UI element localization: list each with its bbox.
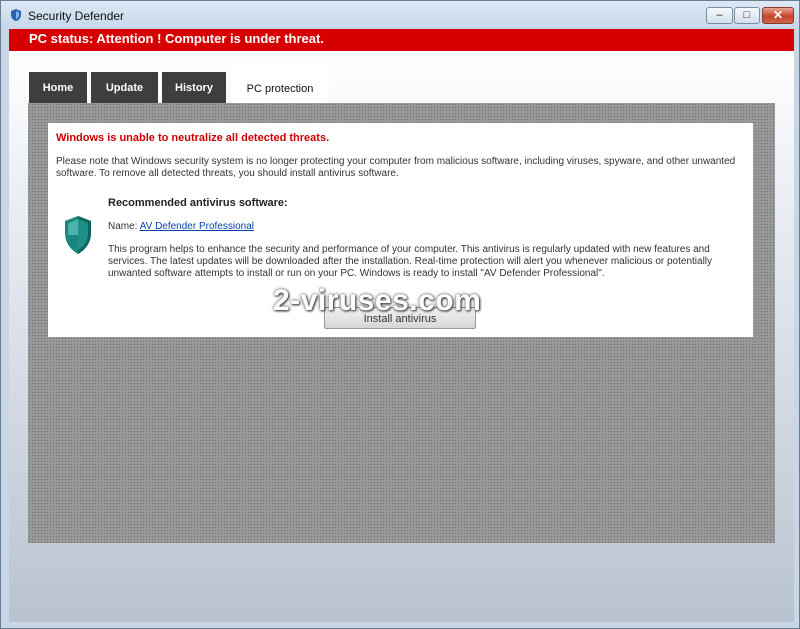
- product-name-line: Name: AV Defender Professional: [108, 221, 254, 232]
- threat-description: Please note that Windows security system…: [56, 156, 736, 179]
- minimize-button[interactable]: –: [706, 7, 733, 24]
- name-label: Name:: [108, 221, 140, 232]
- threat-warning: Windows is unable to neutralize all dete…: [56, 132, 330, 144]
- title-bar[interactable]: Security Defender – □ ✕: [1, 1, 799, 29]
- shield-icon: [65, 216, 91, 254]
- maximize-button[interactable]: □: [734, 7, 760, 24]
- close-button[interactable]: ✕: [762, 7, 794, 24]
- main-client-area: Home Update History PC protection Window…: [9, 51, 794, 622]
- minimize-icon: –: [716, 9, 723, 21]
- status-bar: PC status: Attention ! Computer is under…: [9, 29, 794, 51]
- close-icon: ✕: [772, 8, 784, 22]
- tab-pc-protection[interactable]: PC protection: [231, 63, 329, 103]
- tab-history[interactable]: History: [162, 72, 226, 103]
- security-defender-window: Security Defender – □ ✕ PC status: Atten…: [0, 0, 800, 629]
- tab-update[interactable]: Update: [91, 72, 158, 103]
- product-description: This program helps to enhance the securi…: [108, 244, 713, 279]
- tab-panel: Windows is unable to neutralize all dete…: [28, 103, 775, 543]
- product-link[interactable]: AV Defender Professional: [140, 221, 254, 232]
- tab-home[interactable]: Home: [29, 72, 87, 103]
- maximize-icon: □: [743, 9, 751, 21]
- window-title: Security Defender: [28, 9, 125, 23]
- app-icon: [11, 9, 21, 21]
- watermark: 2-viruses.com: [273, 284, 482, 317]
- status-text: PC status: Attention ! Computer is under…: [29, 31, 324, 46]
- recommended-heading: Recommended antivirus software:: [108, 197, 288, 209]
